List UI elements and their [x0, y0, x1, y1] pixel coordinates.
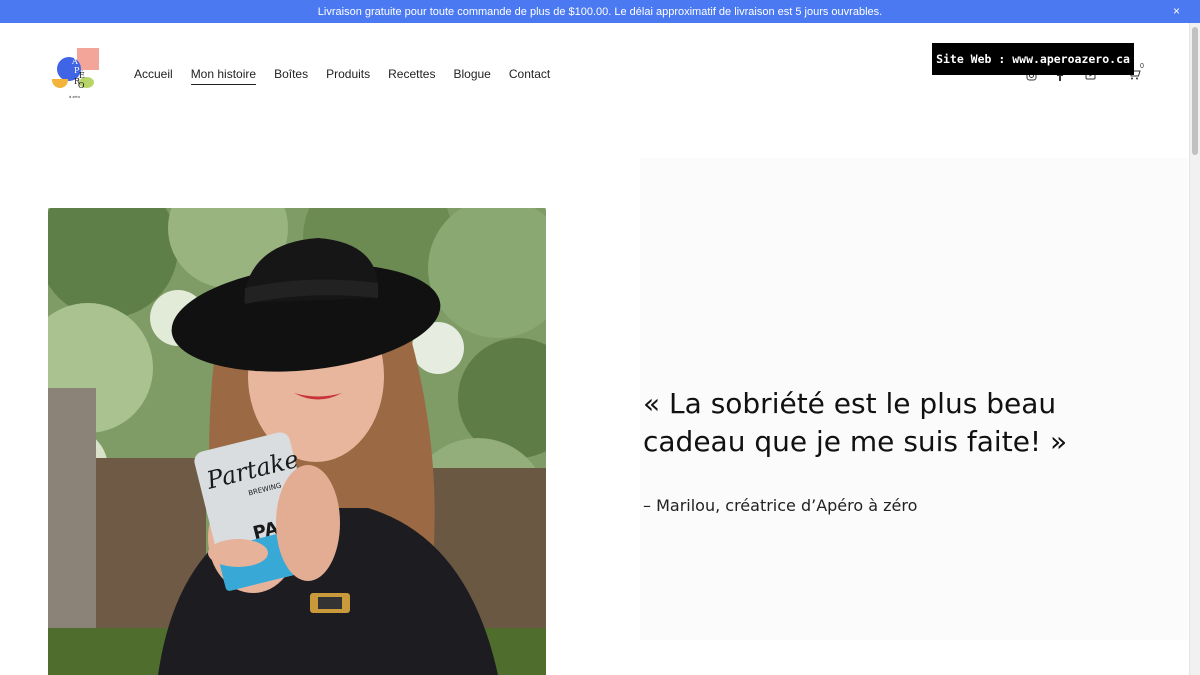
hero-quote: « La sobriété est le plus beau cadeau qu…	[643, 387, 1068, 458]
nav-item-blogue[interactable]: Blogue	[453, 67, 490, 85]
announcement-text: Livraison gratuite pour toute commande d…	[317, 5, 883, 18]
logo-letter: O	[78, 81, 85, 90]
logo-letter: A	[72, 57, 78, 66]
nav-item-mon-histoire[interactable]: Mon histoire	[190, 67, 257, 85]
main-navigation: Accueil Mon histoire Boîtes Produits Rec…	[134, 67, 550, 85]
nav-item-accueil[interactable]: Accueil	[134, 67, 173, 85]
cart-count: 0	[1140, 63, 1144, 70]
nav-item-boites[interactable]: Boîtes	[274, 67, 308, 85]
logo-half-circle-shape	[52, 79, 68, 88]
nav-item-contact[interactable]: Contact	[509, 67, 550, 85]
logo-subtitle: à zéro	[69, 94, 81, 99]
founder-photo: Partake BREWING PALE	[48, 208, 546, 675]
nav-item-recettes[interactable]: Recettes	[388, 67, 435, 85]
nav-item-produits[interactable]: Produits	[326, 67, 370, 85]
hero-attribution: – Marilou, créatrice d’Apéro à zéro	[643, 496, 918, 515]
founder-photo-illustration: Partake BREWING PALE	[48, 208, 546, 675]
page-scrollbar[interactable]	[1189, 23, 1200, 675]
site-logo[interactable]: A P É R O à zéro	[50, 47, 102, 101]
announcement-bar: Livraison gratuite pour toute commande d…	[0, 0, 1200, 23]
announcement-close-button[interactable]: ×	[1173, 4, 1180, 18]
scrollbar-thumb[interactable]	[1192, 27, 1198, 155]
site-url-overlay: Site Web : www.aperoazero.ca	[932, 43, 1134, 75]
